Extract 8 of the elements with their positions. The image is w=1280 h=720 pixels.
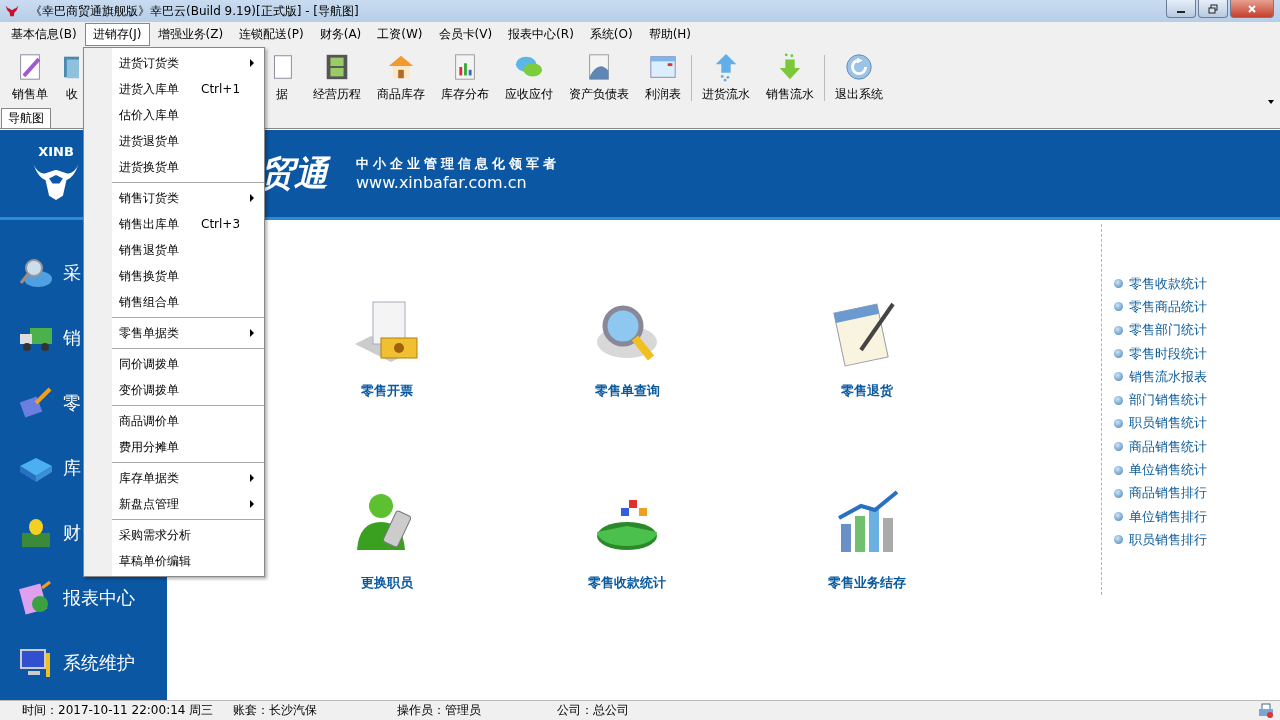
window-title: 《幸巴商贸通旗舰版》幸巴云(Build 9.19)[正式版] - [导航图] <box>30 2 359 20</box>
logo-text: XINB <box>38 144 74 159</box>
status-field: 操作员：管理员 <box>397 702 557 719</box>
status-field: 时间：2017-10-11 22:00:14 周三 <box>22 702 233 719</box>
status-field: 账套：长沙汽保 <box>233 702 397 719</box>
slogan: 中小企业管理信息化领军者 <box>356 155 560 173</box>
website-url: www.xinbafar.com.cn <box>356 173 528 192</box>
status-field: 公司：总公司 <box>557 702 629 719</box>
